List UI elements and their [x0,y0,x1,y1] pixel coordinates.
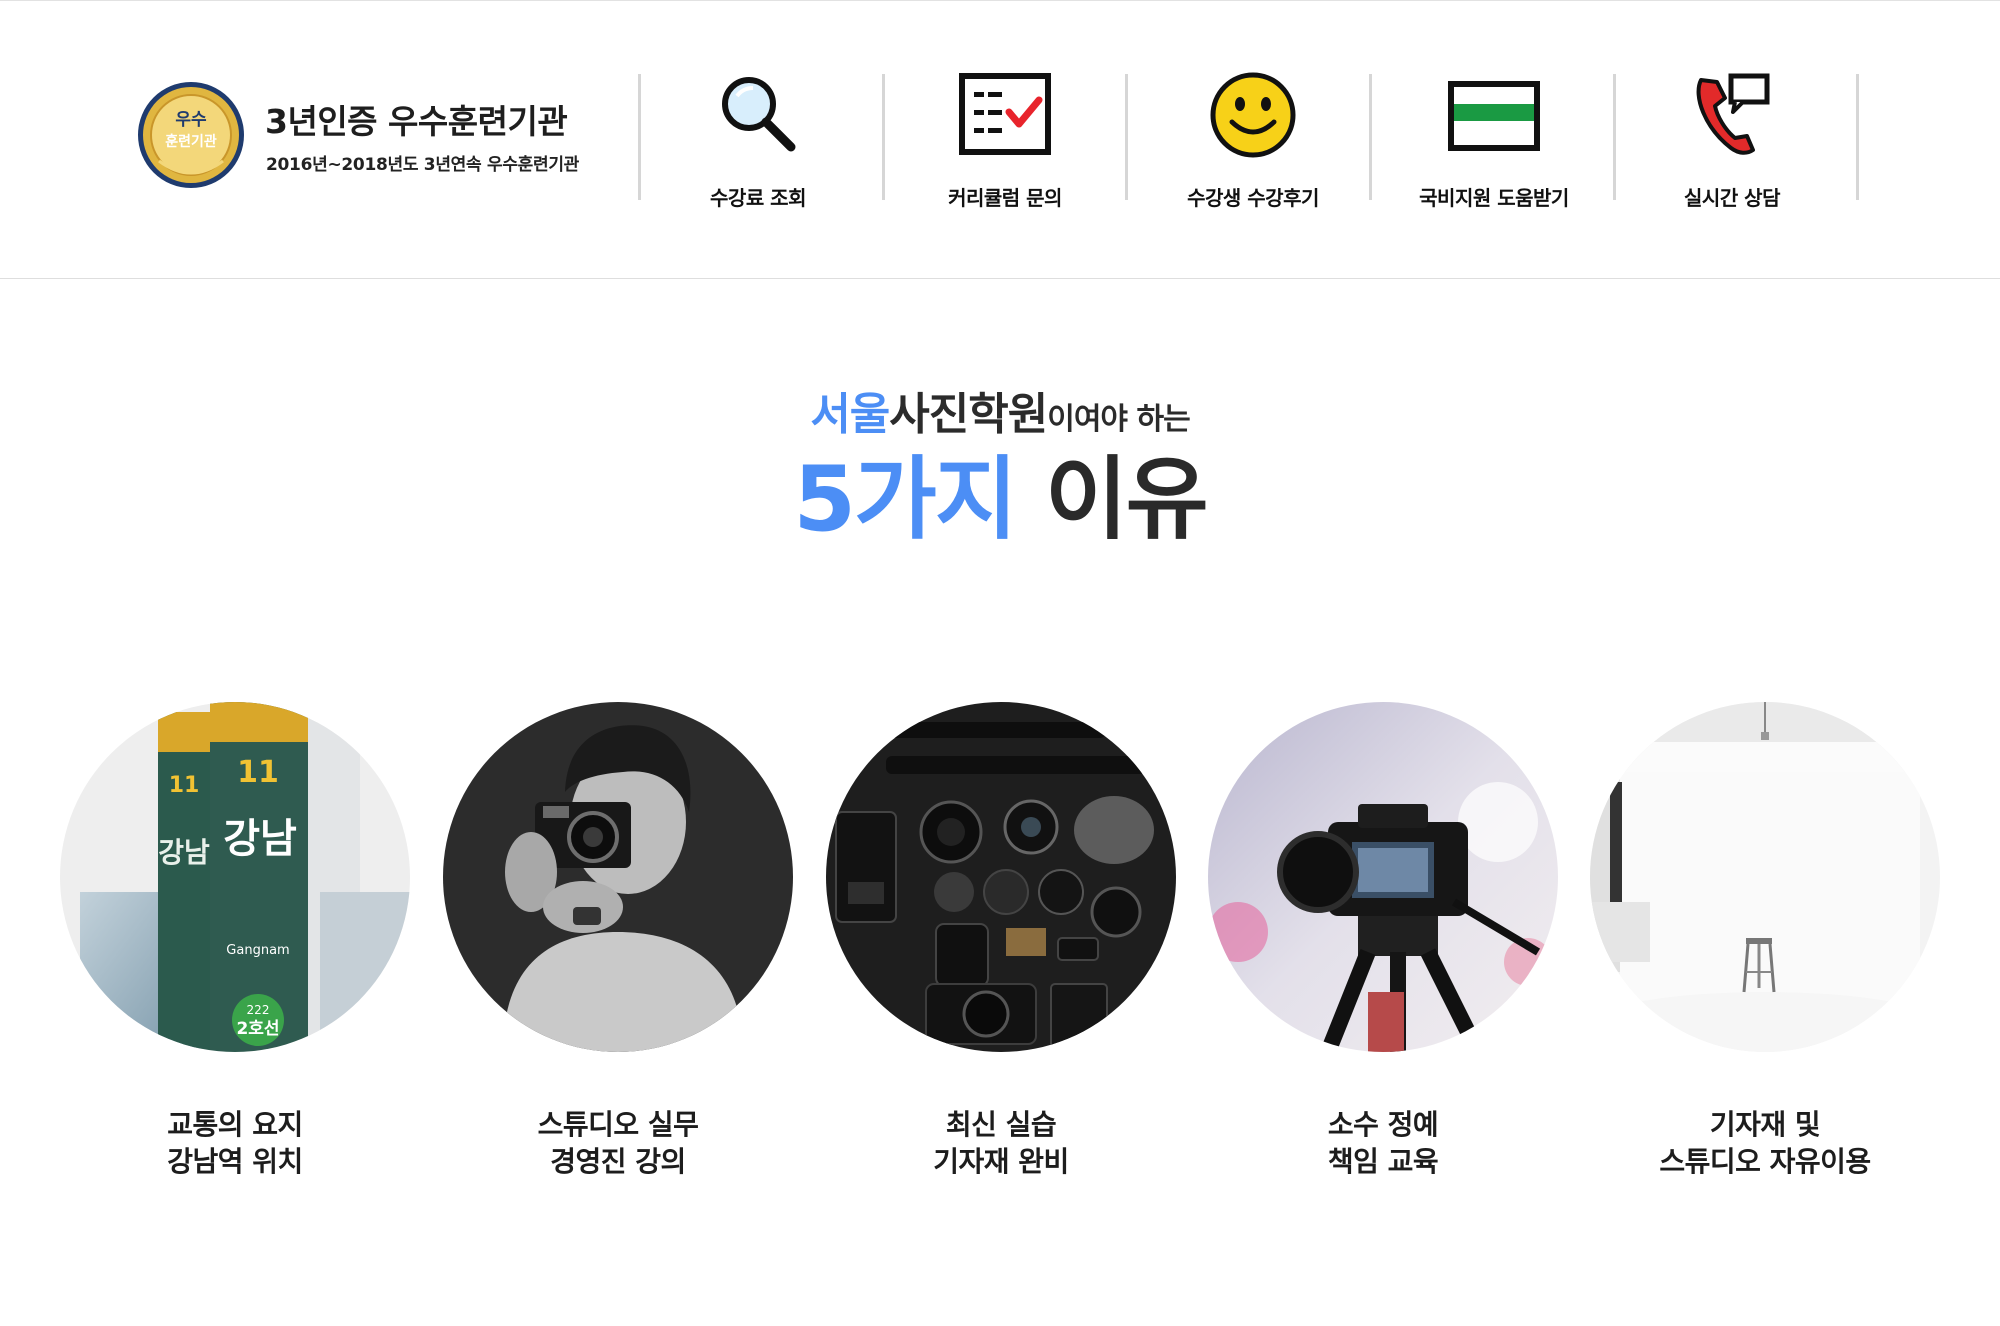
nav-tuition-lookup[interactable]: 수강료 조회 [638,60,878,220]
hero-heading: 5가지 이유 [0,455,2000,545]
reason-caption-line1: 교통의 요지 [167,1108,303,1141]
station-line-number: 11 [237,755,279,790]
reason-caption-line1: 소수 정예 [1327,1108,1439,1141]
hero-academy: 사진학원 [889,389,1048,440]
card-icon [1448,81,1540,151]
station-roman: Gangnam [226,943,289,958]
brand-subtitle: 2016년~2018년도 3년연속 우수훈련기관 [266,155,580,175]
station-line-name: 2호선 [236,1019,279,1039]
nav-label: 실시간 상담 [1684,186,1780,210]
station-line-number-small: 11 [169,773,200,798]
nav-divider [1856,74,1859,200]
nav-curriculum-inquiry[interactable]: 커리큘럼 문의 [885,60,1125,220]
reason-image-gangnam-station[interactable]: 11 11 강남 강남 Gangnam 222 2호선 [60,702,410,1052]
reason-caption-line2: 책임 교육 [1327,1145,1439,1178]
badge-line2: 훈련기관 [165,133,217,150]
magnifier-icon [722,77,796,152]
reason-image-equipment[interactable] [826,702,1176,1052]
excellence-badge-icon: 우수 훈련기관 [138,82,244,188]
reason-caption: 소수 정예 책임 교육 [1183,1106,1583,1180]
reason-image-white-studio[interactable] [1590,702,1940,1052]
reason-caption-line1: 기자재 및 [1709,1108,1821,1141]
header: 우수 훈련기관 3년인증 우수훈련기관 2016년~2018년도 3년연속 우수… [0,0,2000,279]
badge-line1: 우수 [175,110,207,130]
nav-student-reviews[interactable]: 수강생 수강후기 [1133,60,1373,220]
checklist-icon [959,73,1051,155]
nav-label: 수강생 수강후기 [1187,186,1319,210]
nav-divider [1125,74,1128,200]
phone-chat-icon [1696,73,1770,155]
reason-caption-line2: 강남역 위치 [167,1145,303,1178]
reason-caption: 최신 실습 기자재 완비 [801,1106,1201,1180]
brand-title: 3년인증 우수훈련기관 [265,102,568,141]
station-name-side: 강남 [158,836,210,869]
nav-label: 커리큘럼 문의 [948,186,1062,210]
hero-count: 5가지 [793,447,1017,552]
nav-label: 수강료 조회 [710,186,806,210]
station-name: 강남 [223,816,297,862]
hero-city: 서울 [810,389,890,440]
reason-caption-line2: 경영진 강의 [550,1145,686,1178]
reason-caption: 교통의 요지 강남역 위치 [35,1106,435,1180]
hero-subheading: 서울사진학원이여야 하는 [0,378,2000,442]
reason-image-camera-tripod[interactable] [1208,702,1558,1052]
reason-caption-line1: 스튜디오 실무 [537,1108,699,1141]
reason-caption: 기자재 및 스튜디오 자유이용 [1565,1106,1965,1180]
reason-image-photographer[interactable] [443,702,793,1052]
hero-reasons: 이유 [1044,447,1209,552]
reason-caption: 스튜디오 실무 경영진 강의 [418,1106,818,1180]
nav-government-support[interactable]: 국비지원 도움받기 [1374,60,1614,220]
nav-label: 국비지원 도움받기 [1419,186,1569,210]
reason-caption-line2: 스튜디오 자유이용 [1659,1145,1871,1178]
nav-live-consultation[interactable]: 실시간 상담 [1612,60,1852,220]
reason-caption-line2: 기자재 완비 [933,1145,1069,1178]
reason-caption-line1: 최신 실습 [945,1108,1057,1141]
station-number: 222 [247,1003,270,1017]
hero-suffix: 이여야 하는 [1047,402,1190,437]
smiley-icon [1210,72,1296,158]
